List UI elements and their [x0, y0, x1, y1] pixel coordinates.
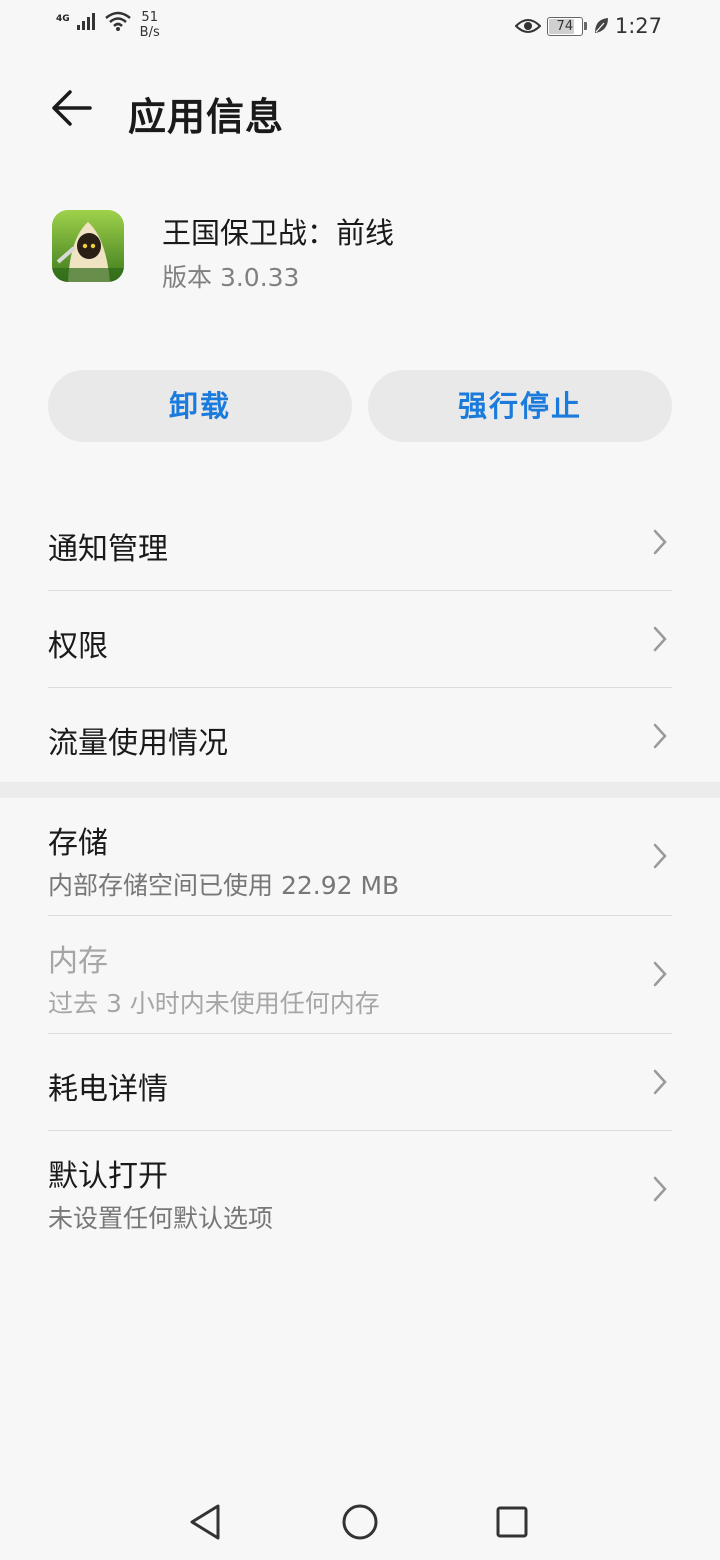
menu-item-label: 默认打开: [48, 1159, 168, 1194]
menu-item-label: 流量使用情况: [48, 726, 228, 761]
battery-icon: 74: [546, 16, 587, 36]
app-icon: [52, 210, 124, 282]
menu-item-data-usage[interactable]: 流量使用情况: [48, 688, 672, 784]
speed-unit: B/s: [139, 25, 160, 40]
menu-item-notifications[interactable]: 通知管理: [48, 494, 672, 591]
chevron-right-icon: [653, 1069, 667, 1095]
signal-icon: [76, 13, 95, 30]
network-type: 4G: [56, 14, 70, 24]
chevron-right-icon: [653, 529, 667, 555]
page-title: 应用信息: [128, 95, 285, 139]
back-triangle-icon[interactable]: [184, 1500, 228, 1544]
home-circle-icon[interactable]: [338, 1500, 382, 1544]
menu-item-label: 耗电详情: [48, 1072, 168, 1107]
chevron-right-icon: [653, 723, 667, 749]
network-speed: 51 B/s: [140, 10, 160, 40]
chevron-right-icon: [653, 843, 667, 869]
battery-level: 74: [556, 18, 574, 34]
menu-item-open-by-default[interactable]: 默认打开 未设置任何默认选项: [48, 1131, 672, 1248]
leaf-icon: [594, 18, 608, 33]
chevron-right-icon: [653, 626, 667, 652]
clock: 1:27: [614, 14, 662, 38]
menu-item-battery-details[interactable]: 耗电详情: [48, 1034, 672, 1131]
chevron-right-icon: [653, 961, 667, 987]
menu-item-label: 权限: [48, 629, 108, 664]
wifi-icon: [104, 11, 131, 31]
force-stop-button[interactable]: 强行停止: [368, 370, 672, 442]
section-divider: [0, 782, 720, 798]
uninstall-button[interactable]: 卸载: [48, 370, 352, 442]
menu-item-memory[interactable]: 内存 过去 3 小时内未使用任何内存: [48, 916, 672, 1034]
status-left: 4G 51 B/s: [56, 10, 160, 40]
app-info: 王国保卫战：前线 版本 3.0.33: [52, 210, 672, 292]
menu-group-1: 通知管理 权限 流量使用情况: [0, 494, 720, 784]
menu-group-2: 存储 内部存储空间已使用 22.92 MB 内存 过去 3 小时内未使用任何内存…: [0, 798, 720, 1248]
speed-value: 51: [141, 10, 158, 25]
app-version: 版本 3.0.33: [162, 263, 300, 292]
eye-icon: [514, 19, 541, 33]
menu-item-subtitle: 内部存储空间已使用 22.92 MB: [48, 871, 400, 900]
arrow-left-icon[interactable]: [50, 86, 94, 130]
app-name: 王国保卫战：前线: [162, 216, 395, 250]
menu-item-label: 存储: [48, 826, 108, 861]
system-nav-bar: [0, 1480, 720, 1560]
menu-item-storage[interactable]: 存储 内部存储空间已使用 22.92 MB: [48, 798, 672, 916]
menu-item-subtitle: 未设置任何默认选项: [48, 1204, 274, 1233]
status-right: 74 1:27: [514, 14, 662, 38]
menu-item-subtitle: 过去 3 小时内未使用任何内存: [48, 989, 380, 1018]
menu-item-label: 内存: [48, 944, 108, 979]
recents-square-icon[interactable]: [490, 1500, 534, 1544]
menu-item-permissions[interactable]: 权限: [48, 591, 672, 688]
app-header: 应用信息: [0, 70, 720, 150]
chevron-right-icon: [653, 1176, 667, 1202]
menu-item-label: 通知管理: [48, 532, 168, 567]
status-bar: 4G 51 B/s 74 1:27: [0, 0, 720, 56]
